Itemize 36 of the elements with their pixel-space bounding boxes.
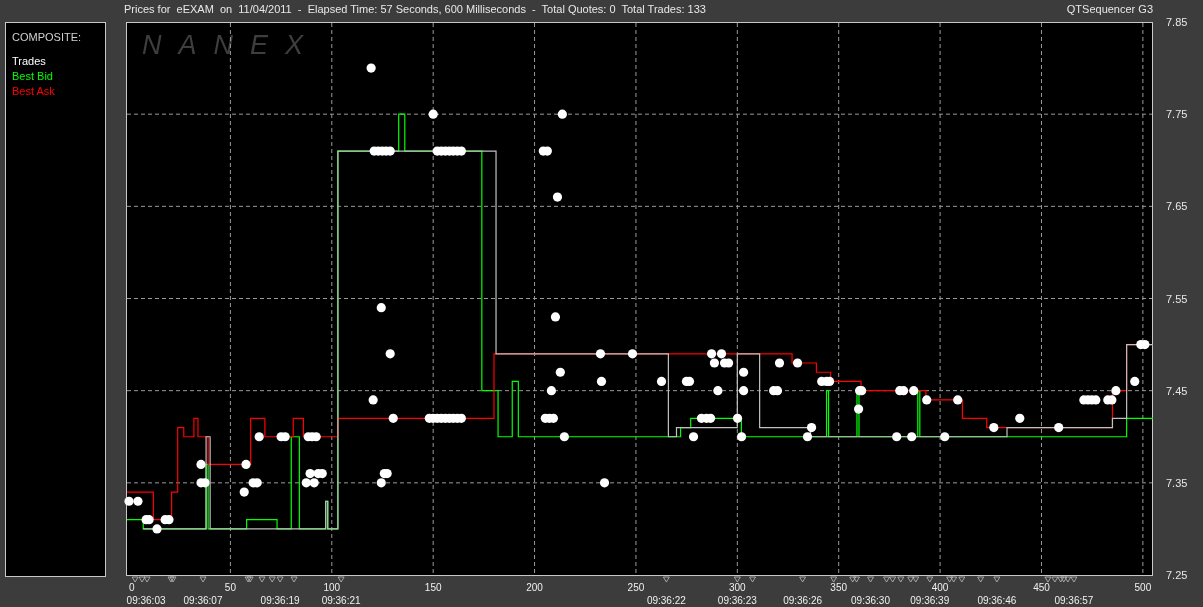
legend-label: Best Ask bbox=[12, 83, 55, 99]
time-label: 09:36:19 bbox=[260, 595, 300, 606]
x-axis-label: 250 bbox=[627, 582, 645, 593]
x-axis-label: 150 bbox=[424, 582, 442, 593]
y-axis-label: 7.85 bbox=[1166, 18, 1188, 28]
x-axis-label: 100 bbox=[323, 582, 341, 593]
time-label: 09:36:03 bbox=[126, 595, 166, 606]
time-label: 09:36:22 bbox=[646, 595, 686, 606]
app-name: QTSequencer G3 bbox=[1066, 1, 1153, 17]
x-axis-label: 500 bbox=[1134, 582, 1152, 593]
x-axis-label: 0 bbox=[129, 582, 135, 593]
time-label: 09:36:30 bbox=[851, 595, 890, 606]
time-label: 09:36:26 bbox=[783, 595, 823, 606]
logo-watermark: NANEX bbox=[142, 30, 321, 60]
x-axis-label: 50 bbox=[224, 582, 236, 593]
y-axis-label: 7.75 bbox=[1166, 108, 1188, 121]
legend-label: Trades bbox=[12, 53, 46, 69]
time-label: 09:36:21 bbox=[321, 595, 361, 606]
legend-title: COMPOSITE: bbox=[12, 30, 82, 45]
time-label: 09:36:23 bbox=[717, 595, 757, 606]
chart-title: Prices for eEXAM on 11/04/2011 - Elapsed Time: 57 Seconds, 600 Milliseconds - Total Quotes: 0 Total Trades: 133 bbox=[124, 1, 706, 17]
y-axis-label: 7.65 bbox=[1166, 200, 1188, 213]
legend-label: Best Bid bbox=[12, 68, 53, 84]
x-axis-label: 200 bbox=[526, 582, 543, 593]
time-label: 09:36:07 bbox=[183, 595, 223, 606]
x-axis-label: 450 bbox=[1033, 582, 1050, 593]
x-axis-label: 300 bbox=[729, 582, 746, 593]
y-axis-label: 7.35 bbox=[1166, 476, 1188, 489]
x-axis-label: 400 bbox=[931, 582, 949, 593]
time-label: 09:36:39 bbox=[910, 595, 950, 606]
time-label: 09:36:46 bbox=[977, 595, 1017, 606]
y-axis-label: 7.55 bbox=[1166, 292, 1188, 305]
y-axis-label: 7.25 bbox=[1166, 569, 1188, 581]
x-axis-label: 350 bbox=[830, 582, 848, 593]
time-label: 09:36:57 bbox=[1054, 595, 1094, 606]
y-axis-label: 7.45 bbox=[1166, 384, 1188, 397]
